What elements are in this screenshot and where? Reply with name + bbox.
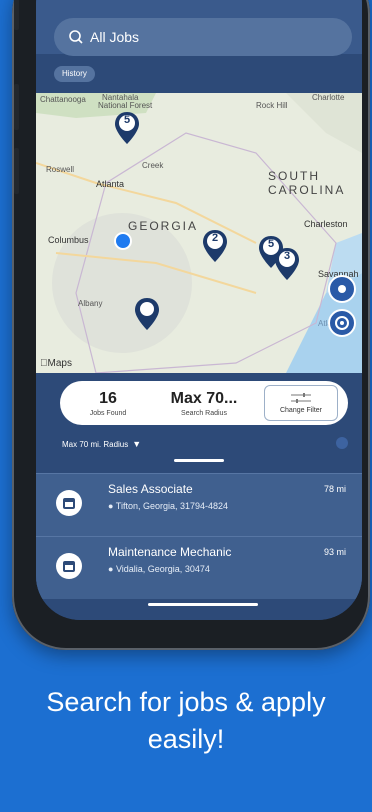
jobs-found-stat: 16 Jobs Found — [60, 390, 156, 417]
phone-side-button — [14, 0, 19, 30]
map-label-charlotte: Charlotte — [312, 93, 345, 102]
radius-dropdown-label: Max 70 mi. Radius — [62, 439, 129, 449]
promo-line-1: Search for jobs & apply — [46, 687, 326, 717]
map-label-south: SOUTH — [268, 169, 320, 183]
promo-text: Search for jobs & apply easily! — [0, 684, 372, 758]
map-label-charleston: Charleston — [304, 219, 348, 229]
job-list-item[interactable]: Maintenance Mechanic ● Vidalia, Georgia,… — [36, 536, 362, 599]
map-label-atlanta: Atlanta — [96, 179, 125, 189]
map-view[interactable]: Chattanooga Nantahala National Forest Ro… — [36, 93, 362, 373]
search-label: All Jobs — [90, 29, 140, 45]
map-pin-count: 5 — [123, 114, 131, 126]
search-icon — [69, 30, 83, 44]
map-pin-selected[interactable] — [134, 297, 160, 331]
radius-indicator — [336, 437, 348, 449]
drag-handle[interactable] — [174, 459, 224, 462]
sliders-icon — [291, 393, 311, 403]
change-filter-button[interactable]: Change Filter — [264, 385, 338, 421]
map-pin[interactable]: 2 — [202, 229, 228, 263]
map-background — [36, 93, 362, 373]
map-pin-count: 3 — [283, 250, 291, 262]
job-distance: 78 mi — [323, 484, 346, 494]
change-filter-label: Change Filter — [279, 407, 323, 414]
jobs-found-value: 16 — [99, 389, 117, 407]
job-title: Sales Associate — [108, 482, 193, 496]
search-radius-value: Max 70... — [170, 389, 238, 407]
location-icon — [338, 285, 346, 293]
map-pin-count: 2 — [211, 232, 219, 244]
job-address: ● Vidalia, Georgia, 30474 — [108, 564, 210, 574]
home-indicator — [148, 603, 258, 606]
map-pin-icon — [135, 298, 159, 330]
recenter-button[interactable] — [328, 309, 356, 337]
map-pin[interactable]: 3 — [274, 247, 300, 281]
current-location-dot — [114, 232, 132, 250]
stats-card: 16 Jobs Found Max 70... Search Radius Ch… — [60, 381, 348, 425]
jobs-found-label: Jobs Found — [89, 409, 127, 417]
phone-side-button — [14, 84, 19, 130]
radius-dropdown[interactable]: Max 70 mi. Radius ▼ — [62, 439, 141, 449]
phone-side-button — [14, 148, 19, 194]
calendar-icon — [56, 490, 82, 516]
map-label-carolina: CAROLINA — [268, 183, 346, 197]
history-chip[interactable]: History — [54, 66, 95, 82]
map-label-roswell: Roswell — [46, 165, 75, 174]
map-label-columbus: Columbus — [48, 235, 89, 245]
promo-line-2: easily! — [147, 724, 225, 754]
map-label-creek: Creek — [142, 161, 164, 170]
chevron-down-icon: ▼ — [132, 439, 142, 449]
phone-screen: All Jobs History Chattanooga Nantahala N… — [36, 0, 362, 620]
job-distance: 93 mi — [323, 547, 346, 557]
calendar-icon — [56, 553, 82, 579]
crosshair-icon — [335, 316, 349, 330]
map-pin[interactable]: 5 — [114, 111, 140, 145]
locate-me-button[interactable] — [328, 275, 356, 303]
job-title: Maintenance Mechanic — [108, 545, 232, 559]
map-label-rock-hill: Rock Hill — [256, 101, 288, 110]
job-address: ● Tifton, Georgia, 31794-4824 — [108, 501, 229, 511]
map-label-nantahala-2: National Forest — [98, 101, 153, 110]
search-radius-stat: Max 70... Search Radius — [156, 390, 252, 417]
results-panel: 16 Jobs Found Max 70... Search Radius Ch… — [36, 373, 362, 620]
map-label-chattanooga: Chattanooga — [40, 95, 86, 104]
map-attribution: Maps — [40, 358, 72, 369]
map-label-albany: Albany — [78, 299, 103, 308]
map-label-georgia: GEORGIA — [128, 219, 199, 233]
search-bar[interactable]: All Jobs — [54, 18, 352, 56]
job-list-item[interactable]: Sales Associate ● Tifton, Georgia, 31794… — [36, 473, 362, 536]
search-radius-label: Search Radius — [181, 409, 227, 417]
